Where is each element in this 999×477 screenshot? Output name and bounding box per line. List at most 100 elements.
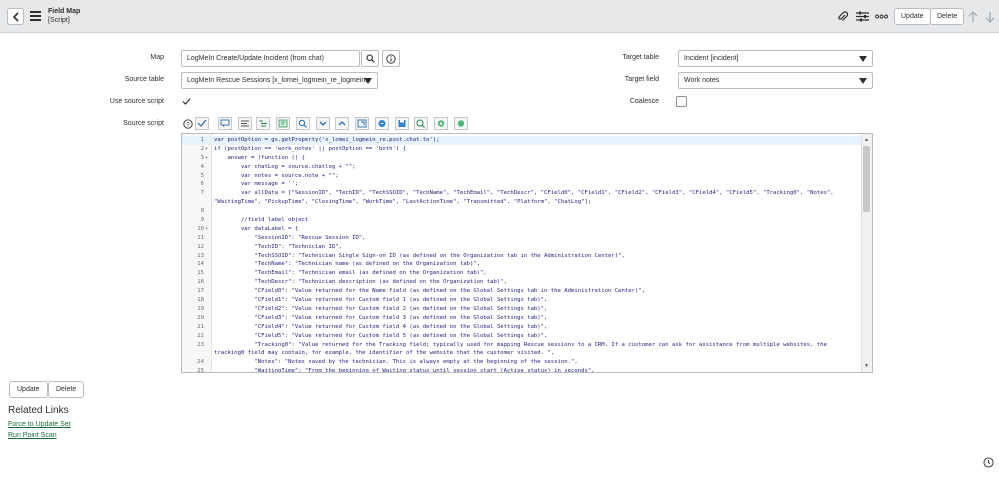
- source-table-value: LogMeIn Rescue Sessions [x_lomei_logmein…: [187, 77, 372, 84]
- update-button[interactable]: Update: [9, 381, 48, 398]
- personalize-form-icon[interactable]: [855, 10, 869, 23]
- help-info-icon[interactable]: [983, 457, 994, 468]
- code-text: "CField1": "Value returned for Custom fi…: [214, 297, 548, 304]
- header-update-button[interactable]: Update: [894, 8, 931, 25]
- line-number: 12: [197, 243, 204, 250]
- code-line[interactable]: 18 "CField1": "Value returned for Custom…: [182, 296, 862, 305]
- line-number: 22: [197, 332, 204, 339]
- help-icon[interactable]: ?: [181, 117, 195, 130]
- force-to-update-set-link[interactable]: Force to Update Set: [8, 421, 71, 428]
- line-number: 23: [197, 341, 204, 348]
- format-code-icon[interactable]: [256, 117, 270, 130]
- line-number: 21: [197, 323, 204, 330]
- map-label: Map: [150, 54, 164, 61]
- toggle-highlighting-icon[interactable]: [276, 117, 290, 130]
- search-icon[interactable]: [316, 117, 330, 130]
- previous-record-icon[interactable]: [967, 10, 979, 23]
- code-line[interactable]: 17 "CField0": "Value returned for the Na…: [182, 287, 862, 296]
- code-text: "CField0": "Value returned for the Name …: [214, 288, 646, 295]
- code-line[interactable]: 4 var chatLog = source.chatlog + "";: [182, 163, 862, 172]
- code-line[interactable]: 25 "WaitingTime": "From the beginning of…: [182, 367, 862, 373]
- editor-scrollbar[interactable]: ▲ ▼: [861, 134, 872, 372]
- code-line[interactable]: 5 var notes = source.note + "";: [182, 172, 862, 181]
- script-debugger-icon[interactable]: [395, 117, 409, 130]
- scroll-up-icon[interactable]: ▲: [863, 136, 870, 144]
- coalesce-label: Coalesce: [629, 98, 659, 105]
- form-title: Field Map [Script]: [48, 7, 80, 25]
- replace-icon[interactable]: [296, 117, 310, 130]
- line-number: 9: [200, 217, 204, 224]
- map-field[interactable]: LogMeIn Create/Update Incident (from cha…: [181, 50, 360, 67]
- code-text: if (postOption == 'work_notes' || postOp…: [214, 145, 406, 152]
- map-preview-button[interactable]: [382, 50, 400, 67]
- fold-arrow-icon[interactable]: ▾: [205, 154, 208, 163]
- code-line[interactable]: 15 "TechEmail": "Technician email (as de…: [182, 269, 862, 278]
- next-record-icon[interactable]: [984, 10, 996, 23]
- find-next-icon[interactable]: [335, 117, 349, 130]
- target-table-select[interactable]: Incident [incident]: [678, 50, 873, 67]
- syntax-check-icon[interactable]: [195, 117, 209, 130]
- code-line[interactable]: 11 "SessionID": "Rescue Session ID",: [182, 234, 862, 243]
- more-options-icon[interactable]: [875, 10, 888, 23]
- line-number: 18: [197, 297, 204, 304]
- code-line[interactable]: 16 "TechDescr": "Technician description …: [182, 278, 862, 287]
- code-line[interactable]: 3 ▾ answer = (function () {: [182, 154, 862, 163]
- code-lines[interactable]: 1 var postOption = gs.getProperty('x_lome…: [182, 136, 862, 373]
- line-number: 13: [197, 252, 204, 259]
- code-text: answer = (function () {: [214, 154, 305, 161]
- search-icon: [365, 54, 375, 63]
- code-line[interactable]: 14 "TechName": "Technician name (as defi…: [182, 260, 862, 269]
- code-line[interactable]: 21 "CField4": "Value returned for Custom…: [182, 323, 862, 332]
- line-number: 24: [197, 359, 204, 366]
- code-line[interactable]: 8: [182, 207, 862, 216]
- code-line[interactable]: 22 "CField5": "Value returned for Custom…: [182, 332, 862, 341]
- show-shortcuts-icon[interactable]: [434, 117, 448, 130]
- run-point-scan-link[interactable]: Run Point Scan: [8, 432, 57, 439]
- code-line[interactable]: 19 "CField2": "Value returned for Custom…: [182, 305, 862, 314]
- coalesce-checkbox[interactable]: [676, 96, 687, 107]
- find-prev-icon[interactable]: [355, 117, 369, 130]
- open-fullscreen-icon[interactable]: [375, 117, 389, 130]
- attachment-icon[interactable]: [836, 10, 848, 23]
- code-line[interactable]: 20 "CField3": "Value returned for Custom…: [182, 314, 862, 323]
- code-line[interactable]: 2 ▾ if (postOption == 'work_notes' || post…: [182, 145, 862, 154]
- scrollbar-thumb[interactable]: [863, 146, 870, 212]
- line-number: 25: [197, 368, 204, 373]
- code-line[interactable]: 6 var message = '';: [182, 180, 862, 189]
- uncomment-icon[interactable]: [238, 117, 252, 130]
- code-line[interactable]: 9 //field label object: [182, 216, 862, 225]
- line-number: 14: [197, 261, 204, 268]
- code-text: "CField4": "Value returned for Custom fi…: [214, 323, 548, 330]
- context-menu-icon[interactable]: [30, 11, 41, 21]
- script-assist-icon[interactable]: [454, 117, 468, 130]
- target-field-select[interactable]: Work notes: [678, 72, 873, 89]
- script-editor[interactable]: 1 var postOption = gs.getProperty('x_lome…: [181, 133, 873, 373]
- code-text: //field label object: [214, 217, 309, 224]
- use-source-script-checkbox[interactable]: [181, 96, 192, 107]
- fold-arrow-icon[interactable]: ▾: [205, 225, 208, 234]
- fold-arrow-icon[interactable]: ▾: [205, 145, 208, 154]
- scroll-down-icon[interactable]: ▼: [863, 362, 870, 370]
- code-text: var notes = source.note + "";: [214, 172, 339, 179]
- code-line[interactable]: 7 var allData = ["SessionID", "TechID", …: [182, 189, 862, 207]
- code-line[interactable]: 10 ▾ var dataLabel = {: [182, 225, 862, 234]
- line-number: 11: [197, 234, 204, 241]
- back-button[interactable]: [7, 8, 24, 25]
- chevron-down-icon: [859, 56, 867, 62]
- code-line[interactable]: 12 "TechID": "Technician ID",: [182, 243, 862, 252]
- map-lookup-button[interactable]: [361, 50, 379, 67]
- line-number: 19: [197, 305, 204, 312]
- line-number: 10: [197, 225, 204, 232]
- save-icon[interactable]: [414, 117, 428, 130]
- code-line[interactable]: 23 "Tracking0": "Value returned for the …: [182, 341, 862, 359]
- code-line[interactable]: 13 "TechSSOID": "Technician Single Sign-…: [182, 252, 862, 261]
- code-line[interactable]: 1 var postOption = gs.getProperty('x_lome…: [182, 136, 862, 145]
- code-line[interactable]: 24 "Notes": "Notes saved by the technici…: [182, 358, 862, 367]
- source-table-select[interactable]: LogMeIn Rescue Sessions [x_lomei_logmein…: [181, 72, 378, 89]
- form-header: Field Map [Script] Update Delete: [0, 0, 999, 33]
- form-subtitle-text: [Script]: [48, 17, 70, 24]
- delete-button[interactable]: Delete: [48, 381, 85, 398]
- comment-icon[interactable]: [218, 117, 232, 130]
- code-text: var chatLog = source.chatlog + "";: [214, 163, 356, 170]
- header-delete-button[interactable]: Delete: [930, 8, 965, 25]
